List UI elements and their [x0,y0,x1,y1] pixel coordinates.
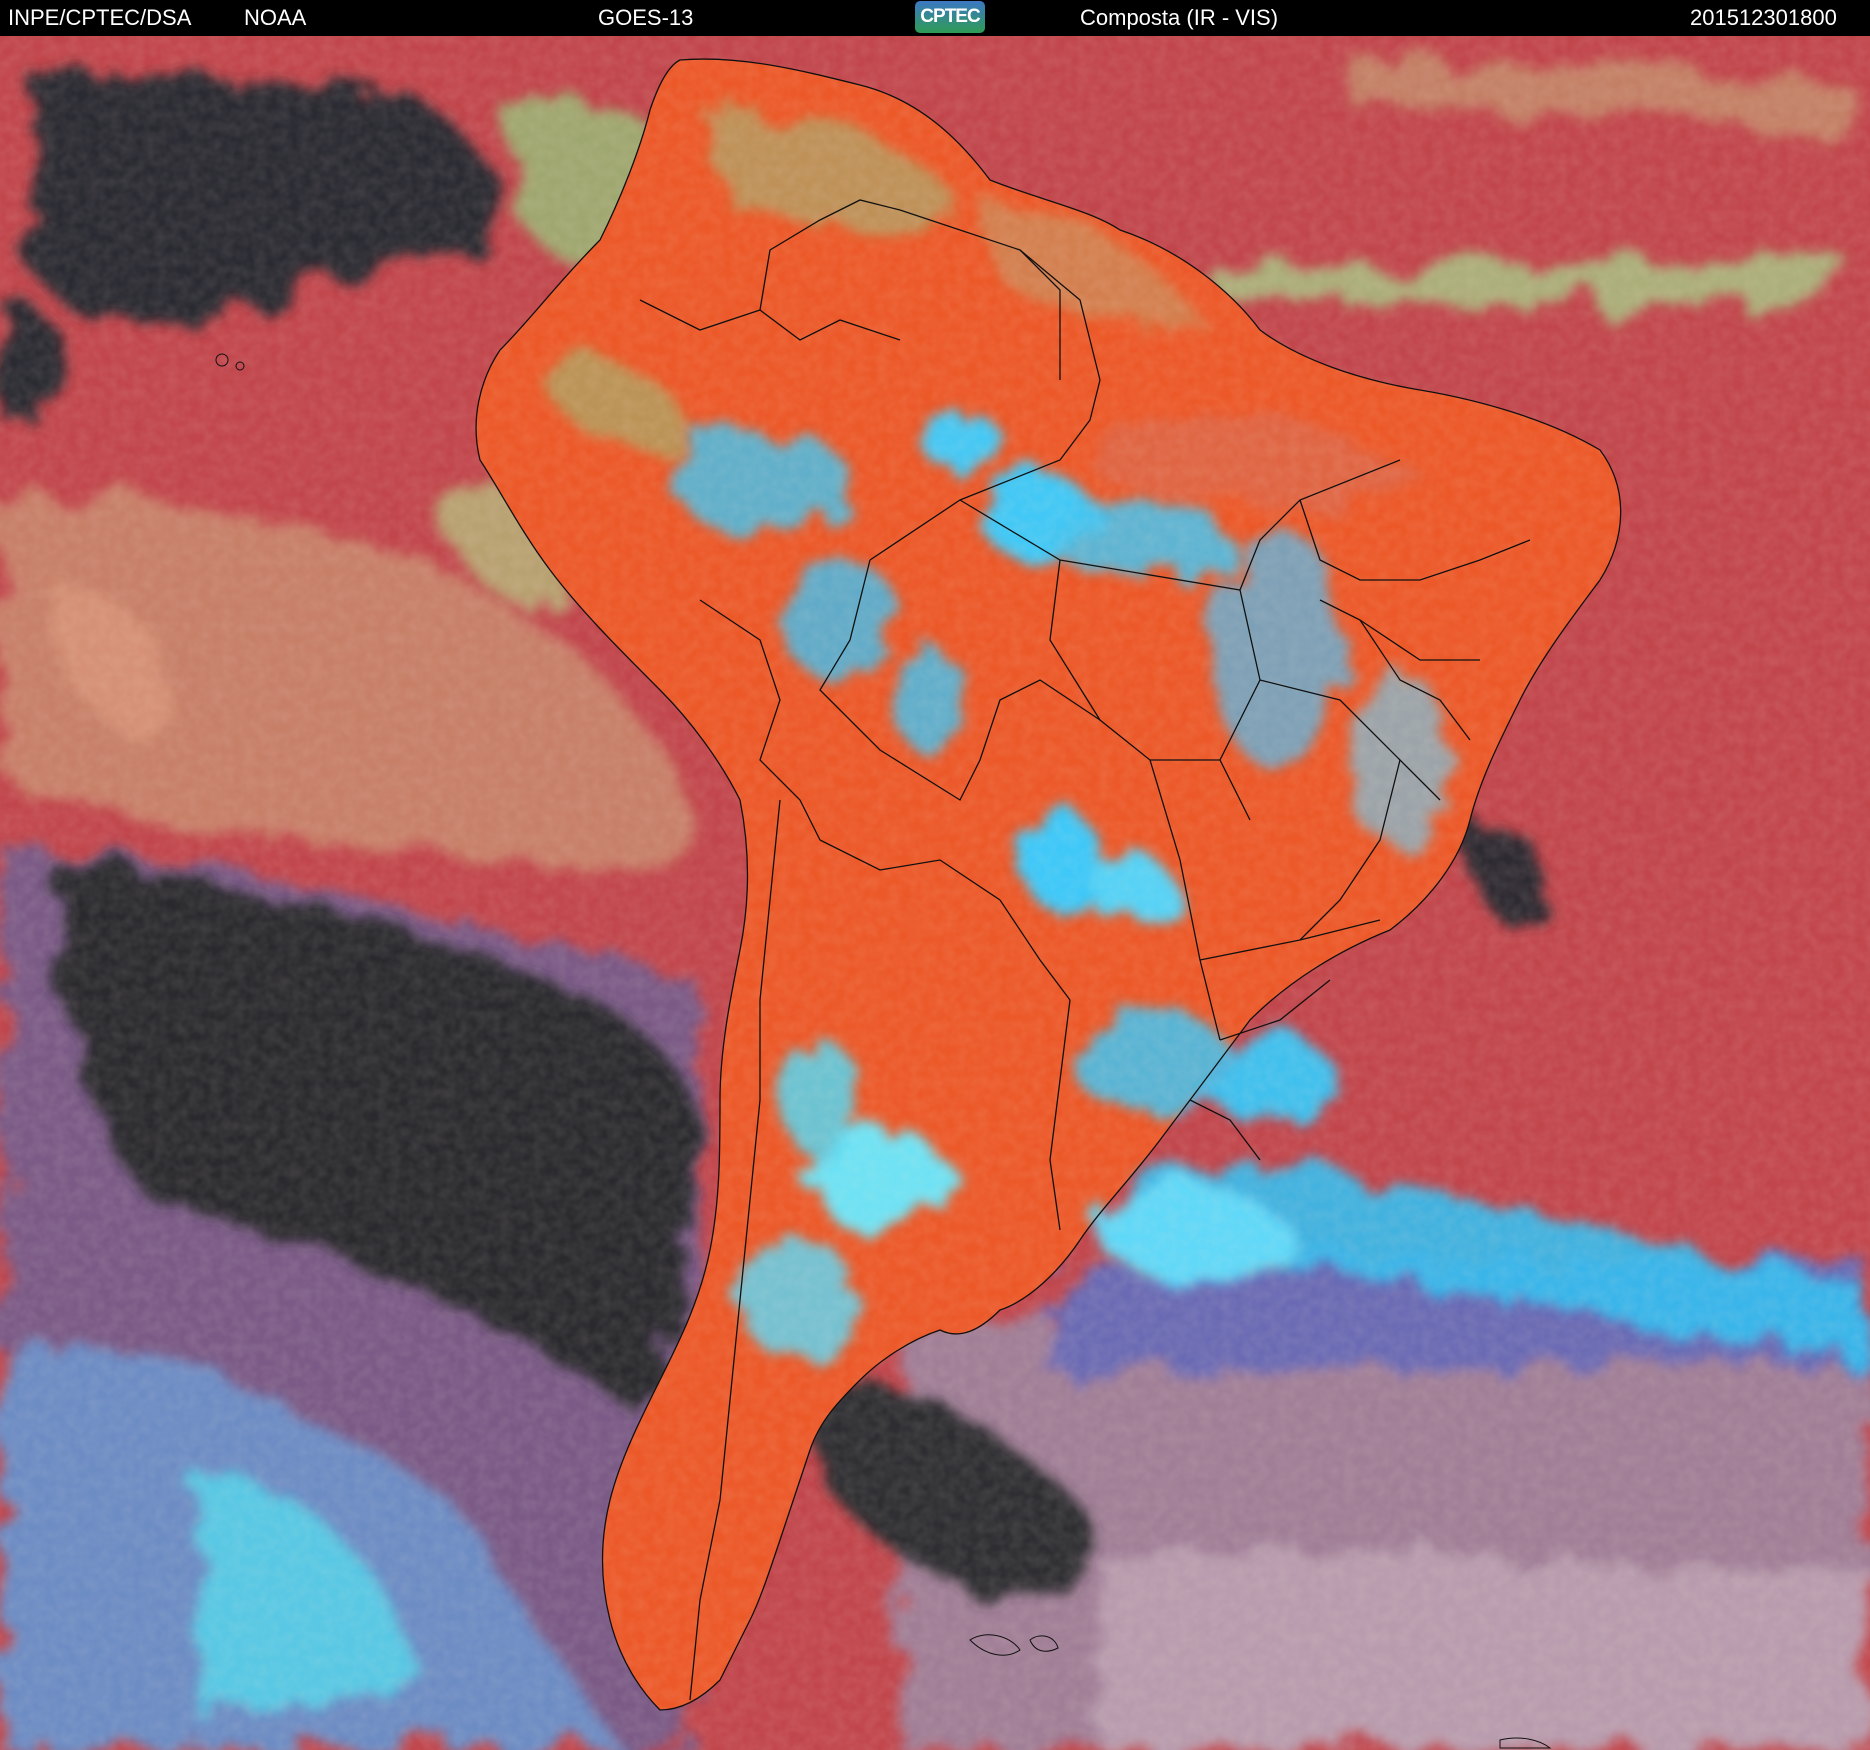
satellite-label: GOES-13 [598,5,694,30]
image-header: INPE/CPTEC/DSA NOAA GOES-13 CPTEC Compos… [0,0,1870,36]
source-label: INPE/CPTEC/DSA [8,5,192,30]
satellite-composite-image [0,36,1870,1750]
agency-label: NOAA [244,5,307,30]
cptec-logo: CPTEC [915,1,985,33]
product-label: Composta (IR - VIS) [1080,5,1279,30]
timestamp-label: 201512301800 [1690,5,1837,30]
